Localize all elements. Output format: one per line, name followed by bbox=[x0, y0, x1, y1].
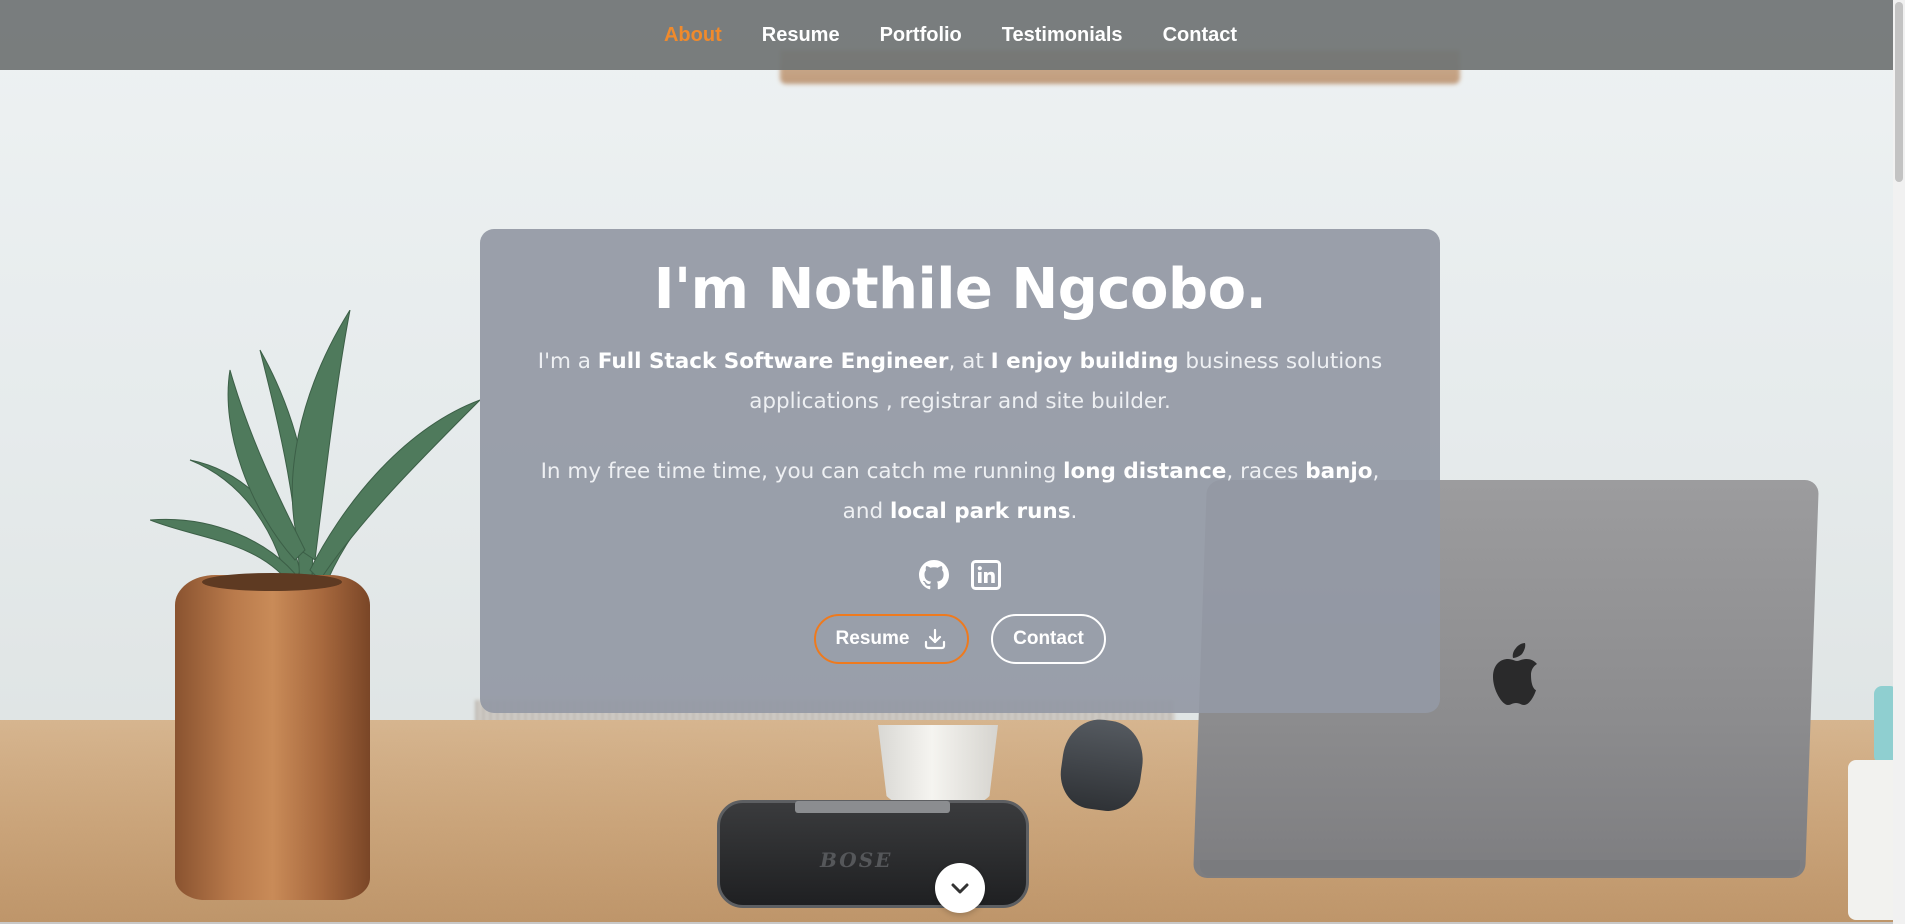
hobby-banjo: banjo bbox=[1305, 459, 1372, 484]
nav-item-resume[interactable]: Resume bbox=[762, 24, 840, 46]
hero-buttons: Resume Contact bbox=[480, 614, 1440, 664]
vase bbox=[175, 575, 370, 900]
intro-role: Full Stack Software Engineer bbox=[598, 349, 949, 374]
resume-download-button[interactable]: Resume bbox=[814, 614, 969, 664]
contact-button[interactable]: Contact bbox=[991, 614, 1106, 664]
speaker-brand: BOSE bbox=[820, 848, 892, 872]
hobbies-paragraph: In my free time time, you can catch me r… bbox=[530, 452, 1390, 532]
chevron-down-icon bbox=[948, 876, 972, 900]
page-scrollbar[interactable] bbox=[1893, 0, 1905, 924]
contact-button-label: Contact bbox=[1013, 628, 1084, 650]
apple-logo-icon bbox=[1485, 640, 1541, 706]
nav-item-contact[interactable]: Contact bbox=[1163, 24, 1237, 46]
laptop-base bbox=[1200, 860, 1800, 876]
resume-button-label: Resume bbox=[836, 628, 910, 650]
nav-item-about[interactable]: About bbox=[664, 24, 722, 46]
hobbies-text-4: . bbox=[1071, 499, 1078, 524]
intro-paragraph: I'm a Full Stack Software Engineer, at I… bbox=[510, 342, 1410, 422]
hobby-long-distance: long distance bbox=[1063, 459, 1226, 484]
scrollbar-thumb[interactable] bbox=[1895, 2, 1903, 182]
nav-list: About Resume Portfolio Testimonials Cont… bbox=[664, 24, 1237, 47]
hero-card: I'm Nothile Ngcobo. I'm a Full Stack Sof… bbox=[480, 229, 1440, 713]
nav-item-portfolio[interactable]: Portfolio bbox=[880, 24, 962, 46]
top-navigation: About Resume Portfolio Testimonials Cont… bbox=[0, 0, 1905, 70]
intro-text-2: , at bbox=[949, 349, 991, 374]
nav-item-testimonials[interactable]: Testimonials bbox=[1002, 24, 1123, 46]
intro-highlight: I enjoy building bbox=[991, 349, 1179, 374]
hero-title: I'm Nothile Ngcobo. bbox=[480, 257, 1440, 322]
hobbies-text-1: In my free time time, you can catch me r… bbox=[541, 459, 1064, 484]
hobbies-text-2: , races bbox=[1226, 459, 1305, 484]
vase-rim bbox=[202, 573, 342, 591]
plant-illustration bbox=[150, 310, 480, 600]
coffee-cup bbox=[878, 725, 998, 805]
speaker-controls bbox=[795, 801, 950, 813]
download-icon bbox=[923, 627, 947, 651]
scroll-down-button[interactable] bbox=[935, 863, 985, 913]
linkedin-icon[interactable] bbox=[971, 560, 1001, 590]
intro-text-1: I'm a bbox=[538, 349, 598, 374]
github-icon[interactable] bbox=[919, 560, 949, 590]
hobby-park-runs: local park runs bbox=[890, 499, 1071, 524]
social-links bbox=[480, 560, 1440, 590]
